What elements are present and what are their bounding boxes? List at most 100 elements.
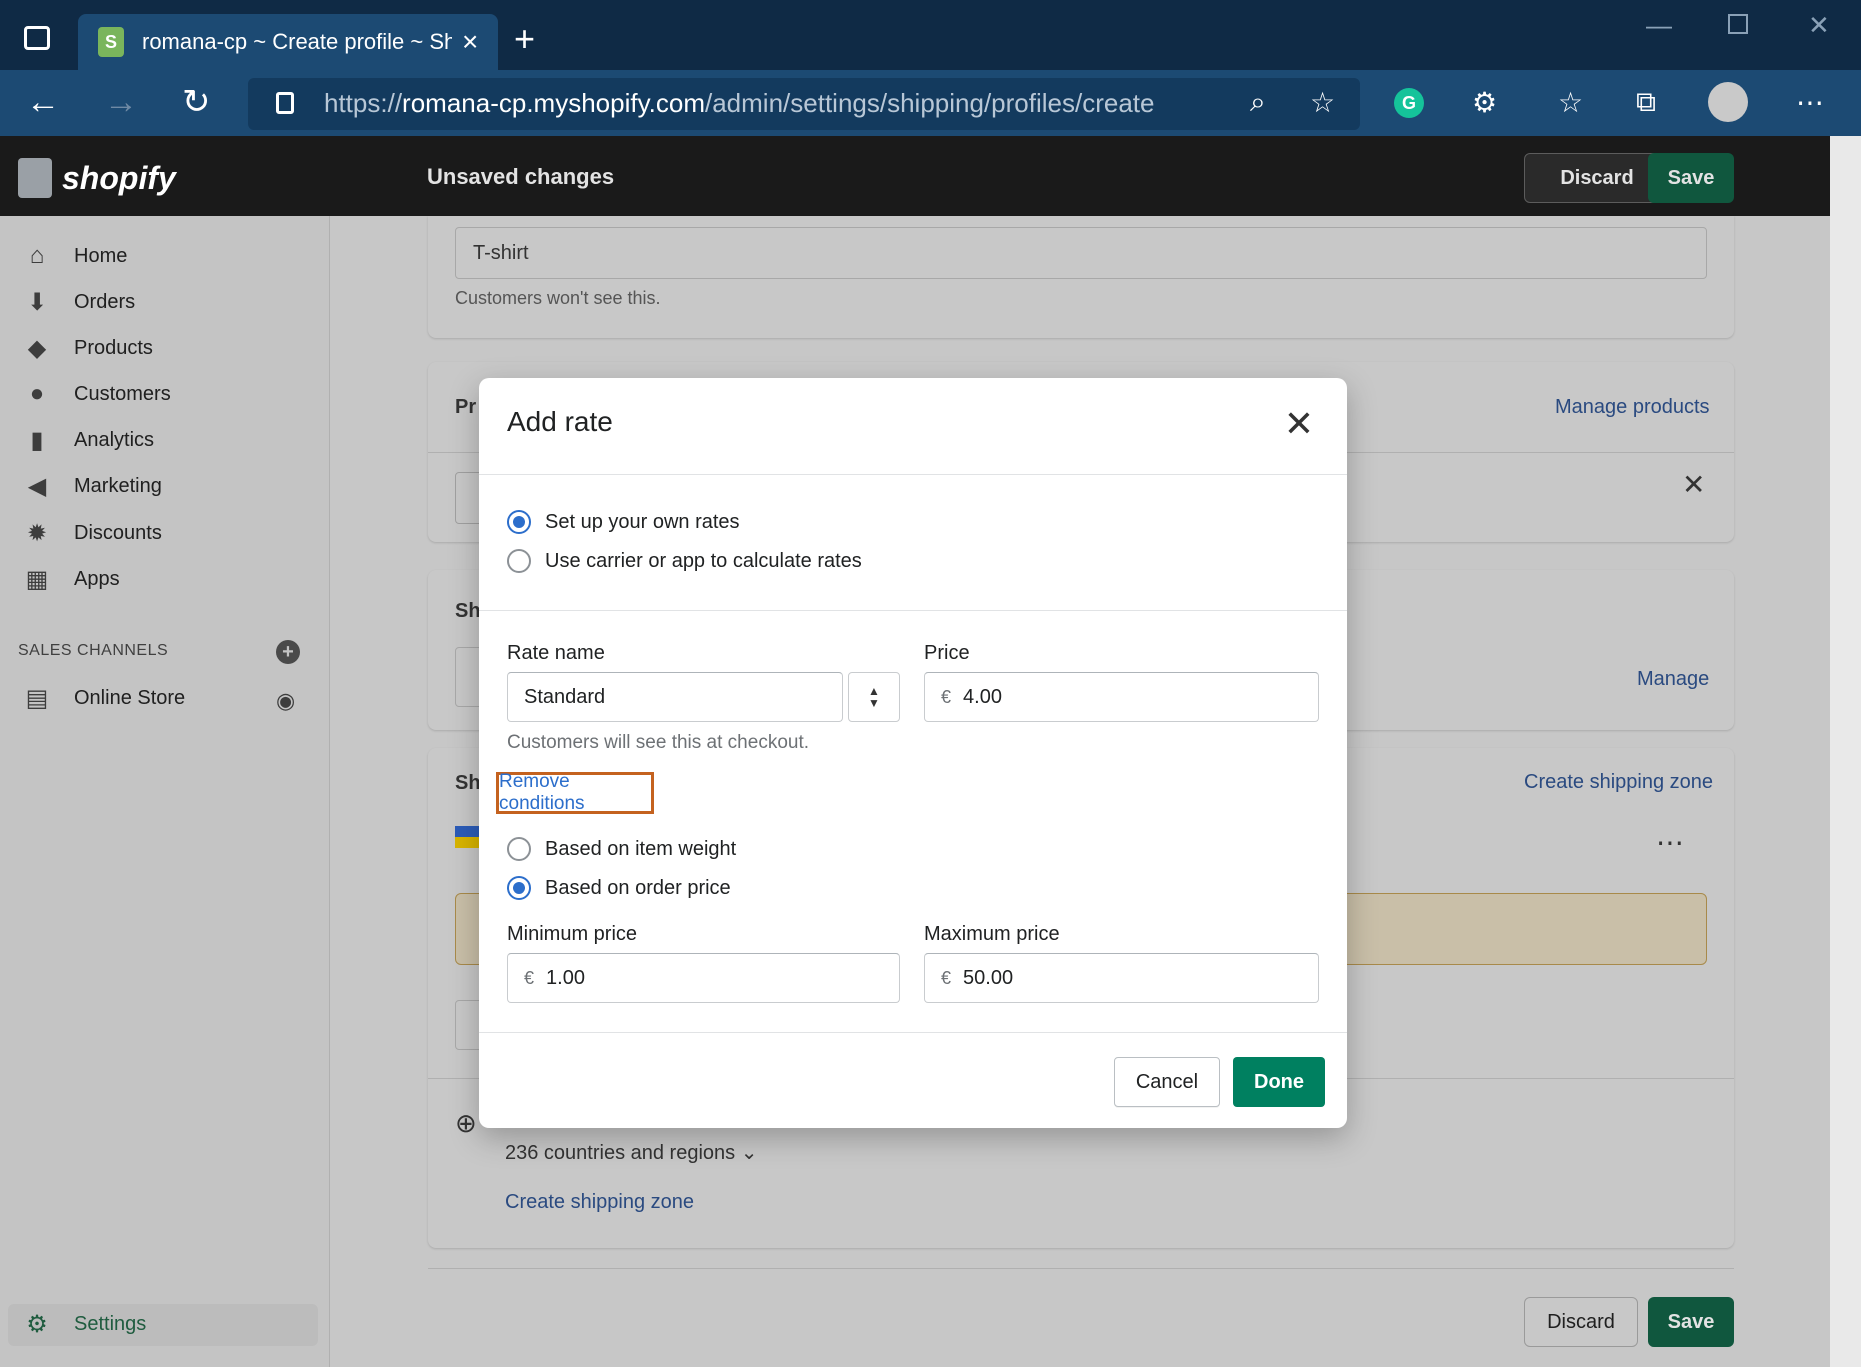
page-scrollbar[interactable] (1830, 136, 1861, 1367)
globe-icon: ⊕ (455, 1108, 477, 1138)
minimum-price-input[interactable]: €1.00 (507, 953, 900, 1003)
add-rate-modal: Add rate ✕ Set up your own rates Use car… (479, 378, 1347, 1128)
extensions-icon[interactable]: ⚙ (1472, 86, 1497, 119)
discard-button-bottom[interactable]: Discard (1524, 1297, 1638, 1347)
caret-down-icon: ▼ (868, 696, 880, 710)
footer-divider-modal (479, 1032, 1347, 1033)
currency-prefix: € (941, 686, 952, 707)
save-button-top[interactable]: Save (1648, 153, 1734, 203)
shipping-heading-1: Sh (455, 600, 481, 622)
radio-own-rates[interactable]: Set up your own rates (507, 510, 740, 534)
profile-name-input[interactable] (455, 227, 1707, 279)
profile-name-help: Customers won't see this. (455, 288, 661, 308)
sales-channels-heading: SALES CHANNELS (18, 642, 169, 659)
add-channel-icon[interactable]: + (276, 640, 300, 664)
profile-name-value: T-shirt (473, 242, 529, 264)
radio-item-weight-control[interactable] (507, 837, 531, 861)
store-icon: ▤ (25, 684, 49, 712)
maximize-icon[interactable] (1728, 14, 1748, 34)
create-shipping-zone-link-2[interactable]: Create shipping zone (505, 1191, 694, 1214)
radio-order-price-control[interactable] (507, 876, 531, 900)
ukraine-flag-icon (455, 826, 479, 848)
sidebar-item-home[interactable]: ⌂ Home (22, 241, 128, 271)
home-icon: ⌂ (29, 242, 45, 269)
unsaved-status: Unsaved changes (427, 164, 615, 189)
radio-carrier-rates-control[interactable] (507, 549, 531, 573)
tab-close-icon[interactable]: × (462, 26, 478, 58)
sidebar-item-apps[interactable]: ▦ Apps (22, 564, 120, 594)
radio-own-rates-control[interactable] (507, 510, 531, 534)
done-button[interactable]: Done (1233, 1057, 1325, 1107)
zoom-icon[interactable]: ⌕ (1250, 86, 1266, 119)
tab-actions-icon[interactable] (24, 26, 50, 50)
chevron-down-icon: ⌄ (740, 1142, 758, 1164)
favorite-add-icon[interactable]: ☆ (1310, 86, 1335, 119)
rate-name-stepper[interactable]: ▲ ▼ (848, 672, 900, 722)
footer-divider (428, 1268, 1734, 1269)
view-store-icon[interactable]: ◉ (276, 688, 295, 714)
price-input[interactable]: €4.00 (924, 672, 1319, 722)
countries-regions[interactable]: 236 countries and regions ⌄ (505, 1140, 757, 1165)
sidebar-item-orders[interactable]: ⬇ Orders (22, 287, 135, 317)
shopify-bag-icon (18, 158, 52, 198)
section-divider (479, 610, 1347, 611)
logo-text: shopify (62, 159, 176, 196)
sidebar-item-analytics[interactable]: ▮ Analytics (22, 425, 154, 455)
megaphone-icon: ◀ (27, 472, 47, 500)
cancel-button[interactable]: Cancel (1114, 1057, 1220, 1107)
grammarly-icon[interactable]: G (1394, 88, 1424, 118)
manage-link[interactable]: Manage (1637, 668, 1709, 691)
browser-tab[interactable]: S romana-cp ~ Create profile ~ Sh × (78, 14, 498, 70)
modal-title: Add rate (507, 406, 613, 437)
shopify-favicon-icon: S (98, 27, 124, 57)
rate-name-help: Customers will see this at checkout. (507, 732, 810, 753)
save-button-bottom[interactable]: Save (1648, 1297, 1734, 1347)
tag-icon: ◆ (27, 334, 47, 362)
manage-products-link[interactable]: Manage products (1555, 396, 1710, 419)
minimize-icon[interactable]: — (1646, 10, 1672, 41)
apps-icon: ▦ (25, 565, 49, 593)
more-menu-icon[interactable]: ⋯ (1796, 86, 1824, 119)
price-label: Price (924, 642, 970, 664)
sidebar-item-marketing[interactable]: ◀ Marketing (22, 471, 162, 501)
close-icon[interactable]: ✕ (1279, 404, 1319, 444)
person-icon: ● (29, 380, 45, 407)
gear-icon: ⚙ (26, 1310, 48, 1338)
create-shipping-zone-link[interactable]: Create shipping zone (1524, 771, 1713, 794)
radio-order-price[interactable]: Based on order price (507, 876, 731, 900)
header-divider (479, 474, 1347, 475)
currency-prefix-min: € (524, 967, 535, 988)
close-window-icon[interactable]: ✕ (1808, 10, 1830, 41)
remove-conditions-link[interactable]: Remove conditions (496, 771, 654, 814)
shopify-logo[interactable]: shopify (18, 158, 176, 198)
zone-more-icon[interactable]: ⋯ (1656, 826, 1684, 859)
new-tab-icon[interactable]: + (514, 18, 535, 60)
rate-name-input[interactable]: Standard (507, 672, 843, 722)
favorites-icon[interactable]: ☆ (1558, 86, 1583, 119)
sidebar-item-settings[interactable]: ⚙ Settings (22, 1309, 146, 1339)
sidebar-item-discounts[interactable]: ✹ Discounts (22, 518, 162, 548)
lock-icon[interactable] (276, 92, 294, 114)
collections-icon[interactable]: ⧉ (1636, 86, 1656, 119)
shipping-heading-2: Sh (455, 772, 481, 794)
remove-product-icon[interactable]: ✕ (1682, 468, 1705, 501)
sidebar-item-online-store[interactable]: ▤ Online Store (22, 683, 186, 713)
sidebar-item-customers[interactable]: ● Customers (22, 379, 171, 409)
bar-chart-icon: ▮ (30, 426, 44, 454)
refresh-icon[interactable]: ↻ (182, 82, 211, 122)
minimum-price-label: Minimum price (507, 923, 638, 945)
maximum-price-label: Maximum price (924, 923, 1060, 945)
tab-title: romana-cp ~ Create profile ~ Sh (142, 29, 452, 54)
forward-icon[interactable]: → (104, 82, 138, 122)
rate-name-label: Rate name (507, 642, 605, 664)
maximum-price-input[interactable]: €50.00 (924, 953, 1319, 1003)
discount-icon: ✹ (26, 519, 48, 547)
orders-icon: ⬇ (26, 288, 48, 316)
back-icon[interactable]: ← (26, 82, 60, 122)
currency-prefix-max: € (941, 967, 952, 988)
radio-carrier-rates[interactable]: Use carrier or app to calculate rates (507, 549, 862, 573)
radio-item-weight[interactable]: Based on item weight (507, 837, 736, 861)
profile-avatar[interactable] (1708, 82, 1748, 122)
sidebar-item-products[interactable]: ◆ Products (22, 333, 153, 363)
products-heading: Pr (455, 396, 477, 418)
